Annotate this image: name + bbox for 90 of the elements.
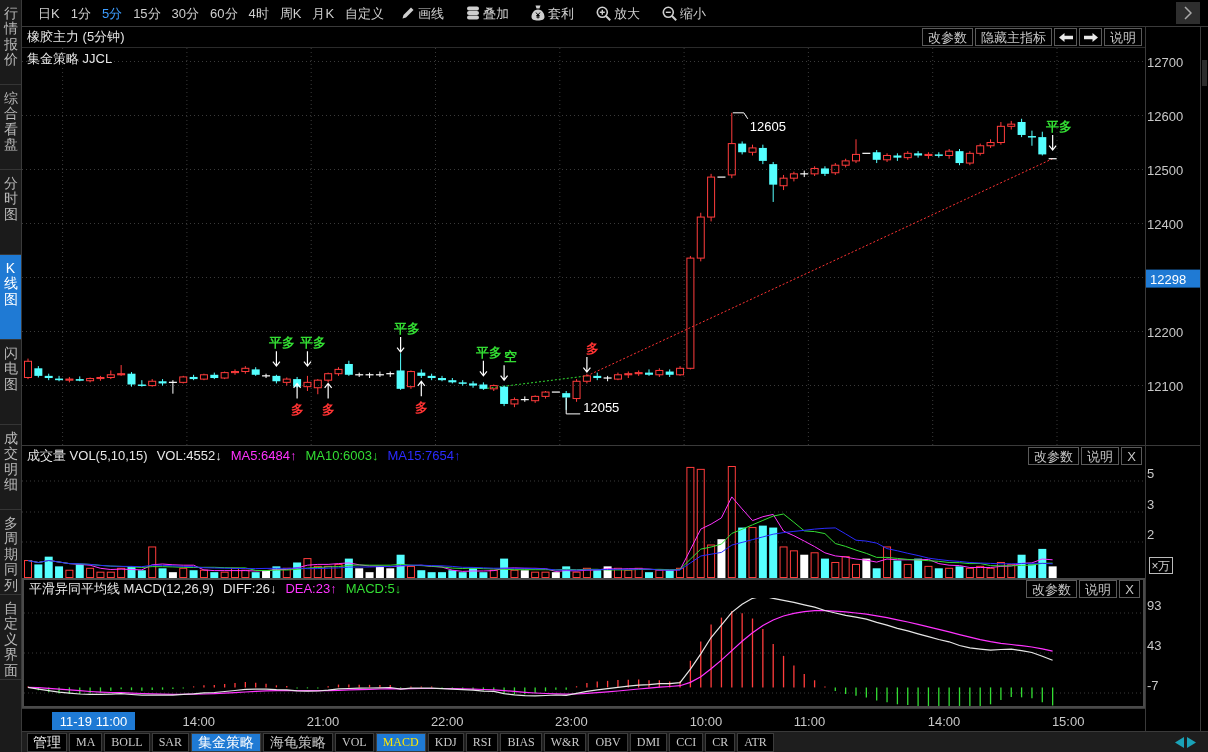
time-label: 11:00 [793,713,826,729]
toolbar-button[interactable]: 放大 [596,5,641,21]
axis-label: 12700 [1147,54,1184,70]
panel-button[interactable]: 说明 [1079,580,1118,598]
period-tab[interactable]: 1分 [70,6,91,20]
axis-label: 93 [1147,598,1162,613]
indicator-tab[interactable]: MACD [375,732,426,752]
axis-label: 2 [1147,527,1155,542]
indicator-tab[interactable]: ATR [737,732,774,752]
toolbar-button[interactable]: 缩小 [662,5,707,21]
panel-button[interactable]: 改参数 [1028,447,1080,465]
indicator-label: 集金策略 JJCL [27,50,113,68]
indicator-tab[interactable]: CCI [669,732,704,752]
indicator-tab[interactable]: 集金策略 [191,732,262,752]
scrollbar-thumb[interactable] [1202,60,1207,86]
axis-label: 12500 [1147,162,1184,178]
right-arrow-button[interactable] [1079,28,1102,46]
panel-button[interactable]: 改参数 [1026,580,1078,598]
right-arrow-icon [1083,32,1098,42]
indicator-tab[interactable]: BIAS [500,732,542,752]
time-label: 21:00 [306,713,340,729]
indicator-tab[interactable]: RSI [465,732,499,752]
money-bag-icon [531,5,546,21]
unit-toggle[interactable]: ×万 [1149,557,1173,574]
pencil-icon [401,6,416,20]
axis-label: 12600 [1147,108,1184,124]
period-tab[interactable]: 5分 [101,6,123,20]
panel-title: 成交量 VOL(5,10,15) [27,447,148,466]
left-arrow-button[interactable] [1054,28,1077,46]
axis-label: 12100 [1147,378,1184,394]
axis-label: 43 [1147,638,1162,653]
axis-label: 12200 [1147,324,1184,340]
price-tag: 12298 [1146,269,1201,288]
period-tab[interactable]: 周K [279,6,302,20]
toolbar-button[interactable]: 套利 [531,5,575,21]
axis-label: 3 [1147,497,1155,512]
time-cursor-label: 11-19 11:00 [52,712,135,730]
legend-item: MACD:5↓ [345,580,402,599]
period-tab[interactable]: 30分 [171,6,200,20]
toolbar-button[interactable]: 画线 [401,6,445,20]
time-label: 15:00 [1051,713,1085,729]
expand-button[interactable] [1176,2,1200,24]
period-tab[interactable]: 日K [38,6,60,20]
time-label: 14:00 [182,713,216,729]
period-tab[interactable]: 15分 [133,6,161,20]
time-label: 22:00 [430,713,464,729]
time-label: 23:00 [555,713,588,729]
legend-item: MA15:7654↑ [387,447,461,466]
indicator-tab[interactable]: OBV [588,732,628,752]
indicator-tab[interactable]: VOL [335,732,374,752]
panel-button[interactable]: 隐藏主指标 [975,28,1052,46]
manage-button[interactable]: 管理 [27,732,67,752]
legend-item: VOL:4552↓ [156,447,222,466]
scroll-right-icon[interactable] [1187,736,1196,748]
legend-item: MA10:6003↓ [305,447,379,466]
axis-label: -7 [1147,678,1159,693]
indicator-tab[interactable]: W&R [543,732,587,752]
indicator-tab[interactable]: DMI [629,732,668,752]
sidebar-tab[interactable]: K线图 [0,255,21,340]
legend-item: MA5:6484↑ [230,447,297,466]
indicator-tab[interactable]: 海龟策略 [263,732,334,752]
toolbar-button[interactable]: 叠加 [466,6,510,20]
left-arrow-icon [1058,32,1073,42]
period-tab[interactable]: 4时 [248,6,269,20]
chart-title: 橡胶主力 (5分钟) [27,28,125,47]
panel-button[interactable]: 说明 [1081,447,1120,465]
panel-button[interactable]: X [1119,580,1140,598]
chevron-right-icon [1184,6,1192,20]
legend-item: DIFF:26↓ [222,580,277,599]
indicator-tab[interactable]: SAR [151,732,190,752]
scroll-left-icon[interactable] [1175,736,1184,748]
zoom-out-icon [662,5,678,21]
axis-label: 5 [1147,466,1155,481]
indicator-tab[interactable]: KDJ [427,732,464,752]
period-tab[interactable]: 自定义 [345,6,385,20]
database-icon [466,6,481,20]
axis-label: 12400 [1147,216,1184,232]
panel-button[interactable]: X [1121,447,1142,465]
panel-title: 平滑异同平均线 MACD(12,26,9) [29,580,214,599]
legend-item: DEA:23↑ [285,580,337,599]
period-tab[interactable]: 60分 [210,6,238,20]
zoom-in-icon [596,5,612,21]
indicator-tab[interactable]: CR [705,732,736,752]
time-label: 10:00 [689,713,723,729]
panel-button[interactable]: 改参数 [922,28,973,46]
indicator-tab[interactable]: BOLL [104,732,150,752]
panel-button[interactable]: 说明 [1104,28,1142,46]
indicator-tab[interactable]: MA [69,732,103,752]
period-tab[interactable]: 月K [312,6,335,20]
time-label: 14:00 [927,713,961,729]
